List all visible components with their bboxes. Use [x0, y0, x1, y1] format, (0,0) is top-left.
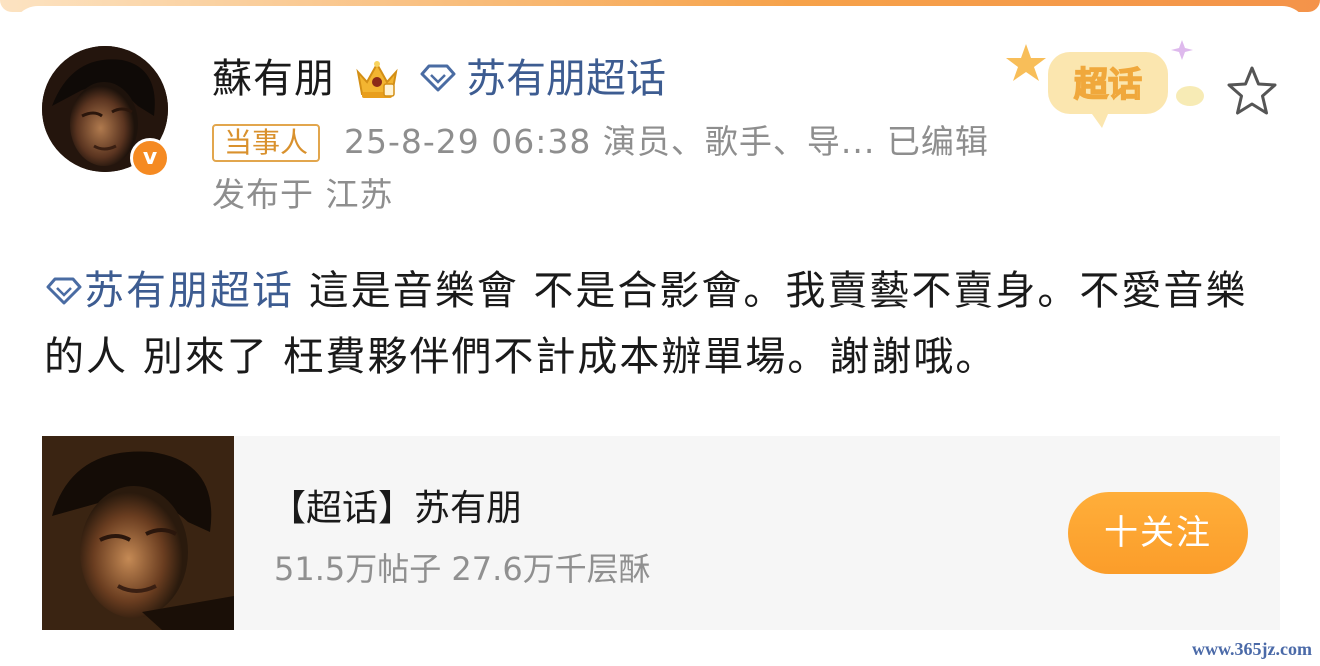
star-icon[interactable] — [1224, 64, 1280, 118]
post-location: 发布于 江苏 — [212, 175, 394, 214]
crown-icon — [356, 61, 398, 98]
topic-card-title: 【超话】苏有朋 — [270, 488, 523, 529]
topic-thumbnail — [42, 436, 234, 630]
status-badge: 当事人 — [212, 124, 321, 162]
topic-link[interactable]: 苏有朋超话 — [466, 50, 666, 108]
topic-card[interactable]: 【超话】苏有朋 51.5万帖子 27.6万千层酥 十关注 — [42, 436, 1280, 630]
post-text: 苏有朋超话 這是音樂會 不是合影會。我賣藝不賣身。不愛音樂的人 別來了 枉費夥伴… — [44, 258, 1284, 390]
verified-icon: v — [130, 138, 170, 178]
chaohua-badge[interactable]: 超话 — [1004, 30, 1214, 140]
post-meta: 25-8-29 06:38 演员、歌手、导... 已编辑 — [344, 122, 989, 161]
diamond-icon — [420, 64, 456, 92]
author-name[interactable]: 蘇有朋 — [212, 50, 335, 108]
inline-topic-link[interactable]: 苏有朋超话 — [44, 268, 309, 314]
follow-button[interactable]: 十关注 — [1068, 492, 1248, 574]
watermark: www.365jz.com — [1192, 639, 1312, 659]
chaohua-badge-label: 超话 — [1074, 65, 1142, 105]
topic-card-stats: 51.5万帖子 27.6万千层酥 — [274, 550, 651, 588]
diamond-icon — [46, 277, 82, 305]
inline-topic-label[interactable]: 苏有朋超话 — [84, 268, 294, 314]
